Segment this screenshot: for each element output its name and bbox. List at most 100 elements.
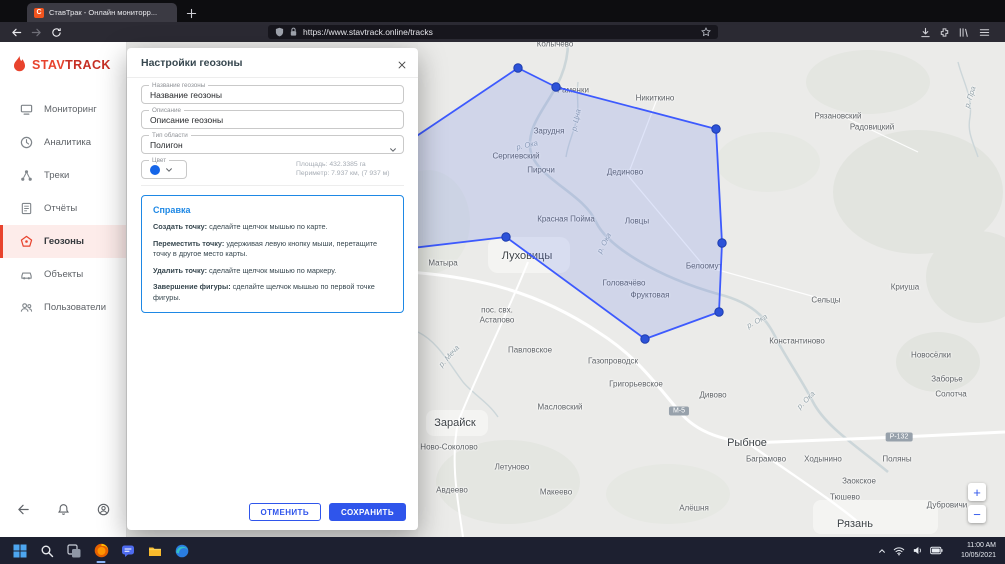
geozone-settings-modal: Настройки геозоны Название геозоны Назва… — [127, 48, 418, 530]
sidebar-item[interactable]: Отчёты — [0, 192, 126, 225]
monitor-icon — [20, 103, 34, 117]
objects-icon — [20, 268, 34, 282]
chevron-down-icon — [165, 166, 173, 174]
modal-header: Настройки геозоны — [127, 48, 418, 78]
geofence-vertex[interactable] — [715, 308, 723, 316]
edge-icon — [175, 544, 189, 558]
zoom-in-button[interactable]: + — [968, 483, 986, 501]
lock-icon[interactable] — [289, 27, 298, 37]
logo-text-2: TRACK — [65, 58, 111, 72]
geofence-vertex[interactable] — [718, 239, 726, 247]
bell-icon[interactable] — [57, 503, 70, 516]
help-item-lead: Создать точку: — [153, 222, 207, 231]
geozone-description-value: Описание геозоны — [150, 115, 223, 125]
sidebar-item[interactable]: Аналитика — [0, 126, 126, 159]
divider — [141, 185, 404, 186]
chevron-down-icon — [389, 141, 397, 159]
sidebar-menu: Мониторинг Аналитика Треки Отчёты Геозон… — [0, 93, 126, 324]
reports-icon — [20, 202, 34, 216]
color-picker[interactable]: Цвет — [141, 160, 187, 179]
task-view-icon — [67, 544, 81, 558]
library-icon[interactable] — [955, 24, 971, 40]
extensions-icon[interactable] — [936, 24, 952, 40]
bookmark-star-icon[interactable] — [701, 27, 711, 37]
help-item: Создать точку:сделайте щелчок мышью по к… — [153, 222, 392, 233]
wifi-icon[interactable] — [893, 546, 905, 556]
area-metric: Площадь: 432.3385 га — [296, 160, 401, 169]
sidebar-item[interactable]: Треки — [0, 159, 126, 192]
area-type-select[interactable]: Тип области Полигон — [141, 135, 404, 154]
address-bar[interactable]: https://www.stavtrack.online/tracks — [268, 25, 718, 39]
cancel-button[interactable]: ОТМЕНИТЬ — [249, 503, 321, 521]
help-item-lead: Удалить точку: — [153, 266, 207, 275]
sidebar-item[interactable]: Пользователи — [0, 291, 126, 324]
analytics-icon — [20, 136, 34, 150]
help-item-lead: Переместить точку: — [153, 239, 224, 248]
url-text: https://www.stavtrack.online/tracks — [303, 27, 696, 37]
perimeter-metric: Периметр: 7.937 км, (7 937 м) — [296, 169, 401, 178]
help-items: Создать точку:сделайте щелчок мышью по к… — [153, 222, 392, 303]
sidebar-item[interactable]: Объекты — [0, 258, 126, 291]
tracks-icon — [20, 169, 34, 183]
reload-button[interactable] — [48, 24, 64, 40]
back-button[interactable] — [8, 24, 24, 40]
geozone-name-field[interactable]: Название геозоны Название геозоны — [141, 85, 404, 104]
geozone-name-value: Название геозоны — [150, 90, 222, 100]
downloads-icon[interactable] — [917, 24, 933, 40]
sidebar-item-label: Пользователи — [44, 302, 106, 313]
geozone-name-label: Название геозоны — [149, 82, 208, 89]
profile-icon[interactable] — [97, 503, 110, 516]
modal-footer: ОТМЕНИТЬ СОХРАНИТЬ — [249, 503, 407, 521]
shield-icon[interactable] — [275, 27, 284, 37]
sidebar-item[interactable]: Мониторинг — [0, 93, 126, 126]
help-item: Переместить точку:удерживая левую кнопку… — [153, 239, 392, 260]
tab-title: СтавТрак - Онлайн мониторр... — [49, 8, 157, 17]
map[interactable]: КолычевоРаменкиНикиткиноРязановскийРадов… — [418, 42, 1005, 537]
geofence-vertex[interactable] — [502, 233, 510, 241]
sidebar-item-label: Треки — [44, 170, 69, 181]
color-swatch[interactable] — [150, 165, 160, 175]
chat-icon — [121, 544, 135, 558]
geofence-polygon[interactable] — [418, 68, 722, 339]
windows-taskbar: 11:00 AM 10/05/2021 — [0, 537, 1005, 564]
area-type-value: Полигон — [150, 140, 183, 150]
sidebar-item-label: Отчёты — [44, 203, 77, 214]
help-box: Справка Создать точку:сделайте щелчок мы… — [141, 195, 404, 313]
close-icon[interactable] — [397, 57, 407, 75]
geozone-metrics: Площадь: 432.3385 га Периметр: 7.937 км,… — [296, 160, 401, 178]
help-item-text: сделайте щелчок мышью по маркеру. — [209, 266, 336, 275]
sidebar-bottom-bar — [0, 503, 127, 516]
sidebar-item[interactable]: Геозоны — [0, 225, 126, 258]
geofence-vertex[interactable] — [712, 125, 720, 133]
taskbar-clock[interactable]: 11:00 AM 10/05/2021 — [961, 541, 996, 560]
system-tray — [878, 537, 943, 564]
browser-tab[interactable]: С СтавТрак - Онлайн мониторр... — [27, 3, 177, 22]
forward-button[interactable] — [28, 24, 44, 40]
geofence-icon — [20, 235, 34, 249]
modal-title: Настройки геозоны — [141, 57, 242, 69]
collapse-sidebar-icon[interactable] — [17, 503, 30, 516]
menu-icon[interactable] — [976, 24, 992, 40]
sidebar-item-label: Геозоны — [44, 236, 84, 247]
geofence-vertex[interactable] — [641, 335, 649, 343]
users-icon — [20, 301, 34, 315]
zoom-out-button[interactable]: − — [968, 505, 986, 523]
sidebar-item-label: Объекты — [44, 269, 83, 280]
save-button[interactable]: СОХРАНИТЬ — [329, 503, 406, 521]
area-type-label: Тип области — [149, 132, 191, 139]
start-icon — [13, 544, 27, 558]
help-item-text: сделайте щелчок мышью по карте. — [209, 222, 327, 231]
geofence-vertex[interactable] — [552, 83, 560, 91]
sidebar-item-label: Мониторинг — [44, 104, 97, 115]
battery-icon[interactable] — [930, 546, 943, 555]
browser-tab-bar: С СтавТрак - Онлайн мониторр... — [0, 0, 1005, 22]
geofence-vertex[interactable] — [514, 64, 522, 72]
volume-icon[interactable] — [912, 545, 923, 556]
geozone-description-field[interactable]: Описание Описание геозоны — [141, 110, 404, 129]
app-logo: STAVTRACK — [10, 55, 111, 74]
chevron-up-icon[interactable] — [878, 547, 886, 555]
logo-text-1: STAV — [32, 58, 65, 72]
help-item: Завершение фигуры:сделайте щелчок мышью … — [153, 282, 392, 303]
color-label: Цвет — [149, 157, 169, 164]
geofence-overlay — [418, 42, 1005, 537]
